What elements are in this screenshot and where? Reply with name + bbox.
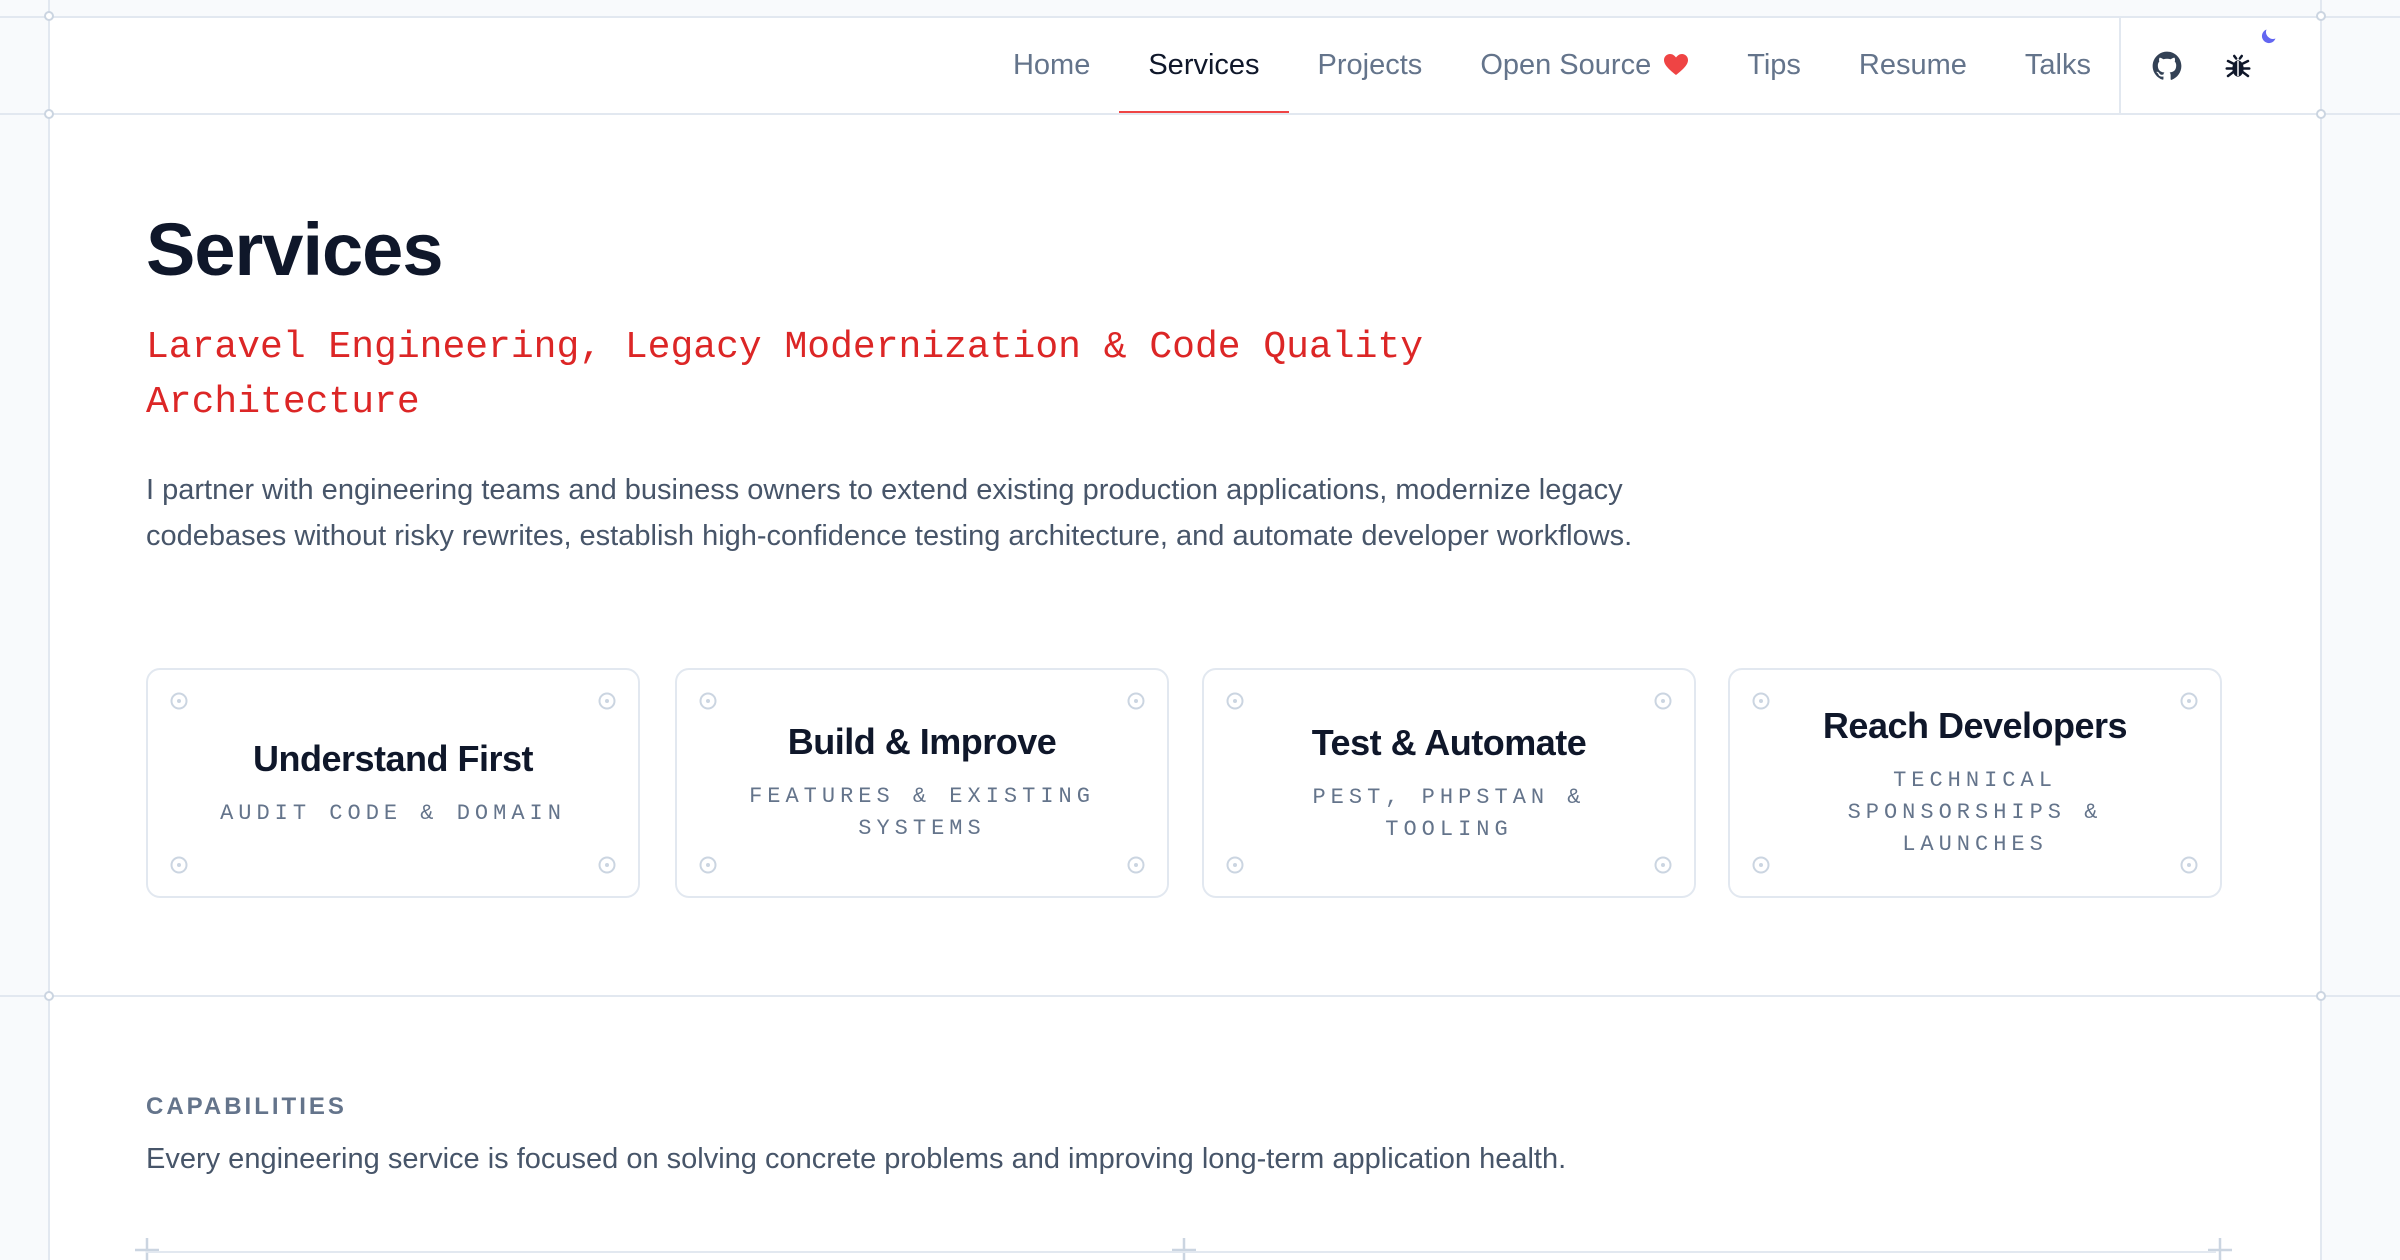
hero-section: Services Laravel Engineering, Legacy Mod… [49,115,2321,995]
capabilities-label: CAPABILITIES [146,1093,347,1120]
nav-label: Resume [1858,48,1967,81]
card-title: Build & Improve [787,721,1057,762]
page-subtitle: Laravel Engineering, Legacy Modernizatio… [146,326,1424,424]
nav-divider [2119,17,2121,113]
card-subtitle: FEATURES & EXISTING SYSTEMS [749,784,1095,841]
frame-line [0,16,2400,18]
service-card-test[interactable]: Test & Automate PEST, PHPSTAN & TOOLING [1202,668,1696,898]
nav-menu: Home Services Projects Open Source Tips … [984,17,2120,115]
nav-label: Talks [2024,48,2091,81]
service-card-understand[interactable]: Understand First AUDIT CODE & DOMAIN [146,668,640,898]
frame-node [44,109,54,119]
card-subtitle: TECHNICAL SPONSORSHIPS & LAUNCHES [1847,768,2103,857]
capabilities-text: Every engineering service is focused on … [146,1143,1567,1175]
intro-paragraph: I partner with engineering teams and bus… [146,474,1633,552]
frame-line [0,995,2400,997]
plus-marker-icon [2208,1238,2232,1260]
capabilities-section: CAPABILITIES Every engineering service i… [49,997,2321,1260]
nav-item-tips[interactable]: Tips [1718,17,1830,113]
page-title: Services [146,208,443,291]
nav-label: Projects [1317,48,1423,81]
nav-label: Tips [1747,48,1801,81]
card-title: Understand First [252,738,534,779]
bug-icon[interactable] [2223,51,2253,81]
plus-marker-icon [135,1238,159,1260]
service-card-reach[interactable]: Reach Developers TECHNICAL SPONSORSHIPS … [1728,668,2222,898]
frame-line [2320,0,2322,1260]
frame-node [2316,991,2326,1001]
card-title: Test & Automate [1311,722,1587,763]
page: Services Laravel Engineering, Legacy Mod… [0,0,2400,1260]
card-subtitle: AUDIT CODE & DOMAIN [220,801,566,826]
moon-icon[interactable] [2260,25,2280,45]
nav-item-projects[interactable]: Projects [1289,17,1452,113]
frame-line [0,113,2400,115]
nav-label: Open Source [1480,48,1652,81]
nav-item-home[interactable]: Home [984,17,1119,113]
nav-item-services[interactable]: Services [1119,17,1289,115]
card-title: Reach Developers [1822,705,2128,746]
nav-label: Services [1148,48,1260,81]
divider [146,1251,2216,1253]
plus-marker-icon [1172,1238,1196,1260]
nav-item-resume[interactable]: Resume [1830,17,1996,113]
top-navigation: Home Services Projects Open Source Tips … [49,17,2321,115]
heart-icon [1664,54,1689,75]
card-subtitle: PEST, PHPSTAN & TOOLING [1312,785,1586,842]
frame-node [2316,11,2326,21]
frame-line [48,0,50,1260]
nav-label: Home [1012,48,1091,81]
frame-node [2316,109,2326,119]
service-card-build[interactable]: Build & Improve FEATURES & EXISTING SYST… [675,668,1169,898]
frame-node [44,991,54,1001]
nav-item-open-source[interactable]: Open Source [1451,17,1718,113]
nav-item-talks[interactable]: Talks [1996,17,2120,113]
github-icon[interactable] [2152,51,2182,81]
frame-node [44,11,54,21]
